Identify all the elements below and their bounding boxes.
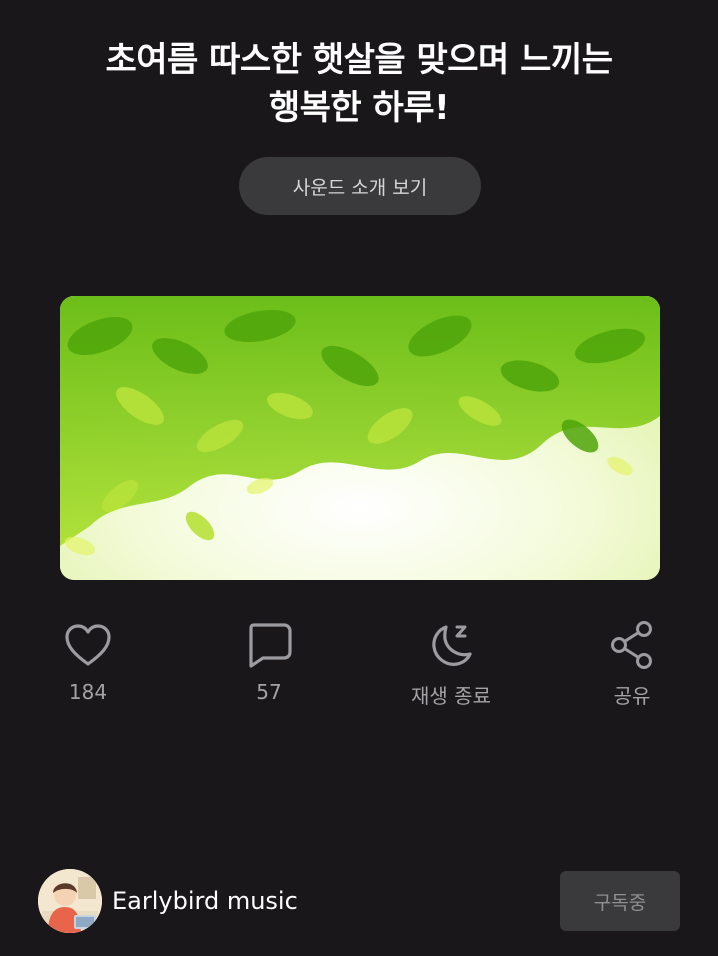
share-button[interactable]: 공유 bbox=[572, 618, 692, 718]
sound-intro-button-label: 사운드 소개 보기 bbox=[292, 176, 428, 199]
subscribe-button-label: 구독중 bbox=[593, 891, 647, 914]
channel-name: Earlybird music bbox=[112, 887, 298, 915]
sound-title-line-1: 초여름 따스한 햇살을 맞으며 느끼는 bbox=[105, 40, 613, 80]
sound-intro-button[interactable]: 사운드 소개 보기 bbox=[239, 157, 481, 215]
like-button[interactable]: 184 bbox=[28, 618, 148, 718]
cover-image bbox=[60, 296, 660, 580]
comment-count: 57 bbox=[256, 680, 282, 704]
like-count: 184 bbox=[68, 680, 108, 704]
sleep-timer-label: 재생 종료 bbox=[411, 684, 491, 708]
share-label: 공유 bbox=[613, 684, 651, 708]
action-bar: 184 57 재생 종료 공유 bbox=[0, 618, 718, 718]
share-icon bbox=[605, 618, 659, 672]
channel-avatar bbox=[38, 869, 102, 933]
sound-title-line-2: 행복한 하루! bbox=[268, 88, 450, 128]
subscribe-button[interactable]: 구독중 bbox=[560, 871, 680, 931]
heart-icon bbox=[61, 618, 115, 672]
comment-icon bbox=[242, 618, 296, 672]
sound-title: 초여름 따스한 햇살을 맞으며 느끼는 행복한 하루! bbox=[30, 36, 688, 132]
comment-button[interactable]: 57 bbox=[209, 618, 329, 718]
channel-info[interactable]: Earlybird music bbox=[38, 868, 298, 934]
sleep-timer-button[interactable]: 재생 종료 bbox=[391, 618, 511, 718]
cover-leaves-illustration bbox=[60, 296, 660, 580]
moon-zzz-icon bbox=[424, 618, 478, 672]
